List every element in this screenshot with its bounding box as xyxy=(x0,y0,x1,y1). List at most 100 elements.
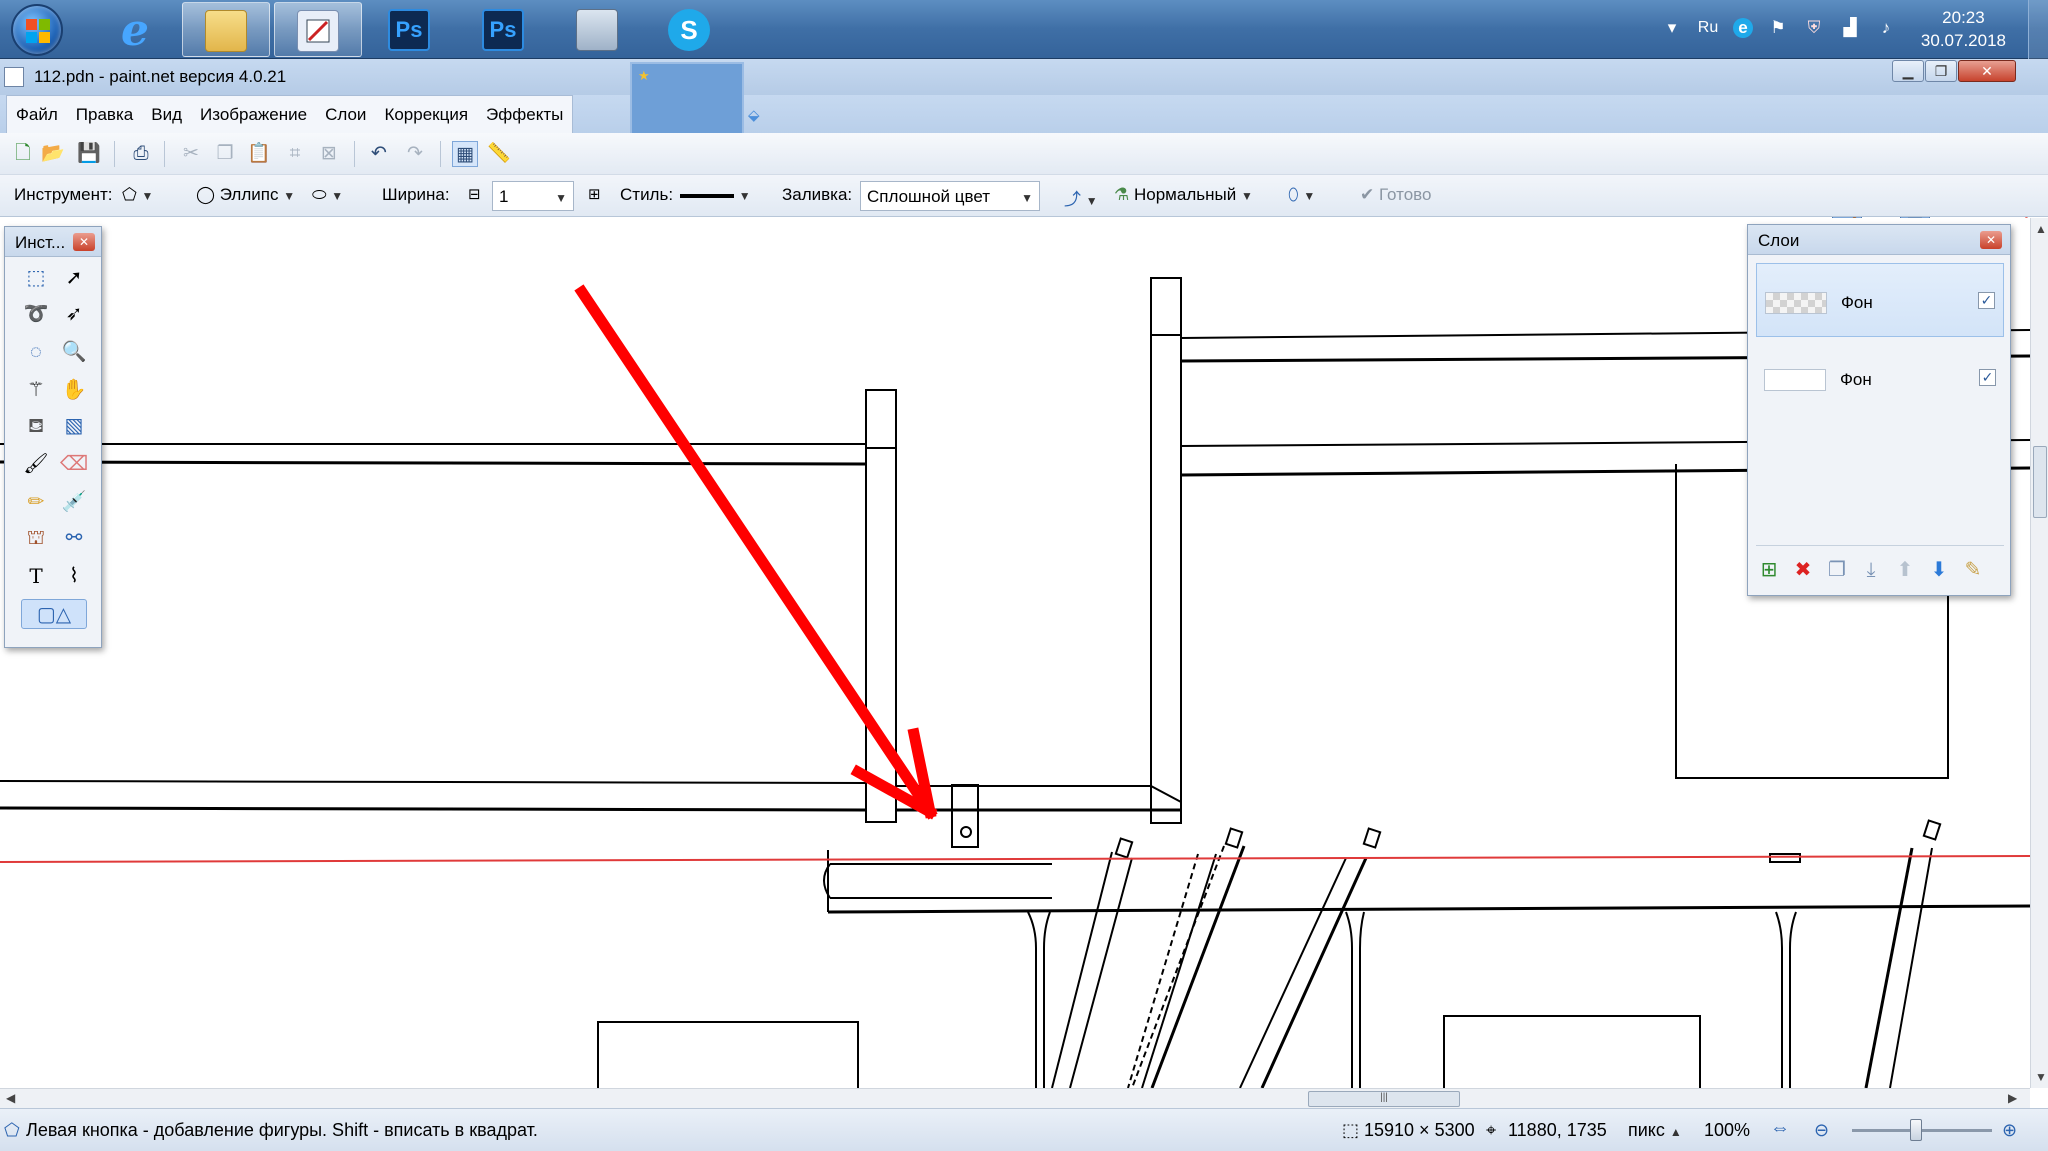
antialiasing-dropdown[interactable]: ⤴ ▼ xyxy=(1064,185,1098,210)
shape-type-dropdown[interactable]: ◯ Эллипс ▼ xyxy=(196,185,295,205)
magic-wand-tool-icon[interactable]: ⚚ xyxy=(21,375,51,405)
redo-icon[interactable]: ↷ xyxy=(402,141,428,167)
width-decrease-icon[interactable]: ⊟ xyxy=(468,185,481,203)
merge-layer-down-icon[interactable]: ⤓ xyxy=(1858,557,1884,583)
volume-icon[interactable]: ♪ xyxy=(1876,18,1896,38)
system-clock[interactable]: 20:23 30.07.2018 xyxy=(1921,6,2006,52)
menu-adjustments[interactable]: Коррекция xyxy=(375,96,477,132)
tools-panel-header[interactable]: Инст... ✕ xyxy=(5,227,101,257)
move-selection-tool-icon[interactable]: ➶ xyxy=(59,299,89,329)
move-selected-tool-icon[interactable]: ➚ xyxy=(59,263,89,293)
zoom-to-window-icon[interactable]: ⇔ xyxy=(1770,1117,1790,1140)
zoom-in-icon[interactable]: ⊕ xyxy=(2002,1120,2017,1141)
fill-dropdown[interactable]: Сплошной цвет ▼ xyxy=(860,181,1040,211)
ellipse-select-tool-icon[interactable]: ◌ xyxy=(21,337,51,367)
scroll-down-icon[interactable]: ▼ xyxy=(2035,1070,2047,1084)
horizontal-scrollbar[interactable]: ◀ ||| ▶ xyxy=(0,1088,2030,1108)
security-tray-icon[interactable]: ⛨ xyxy=(1804,18,1824,38)
line-style-dropdown[interactable]: ▼ xyxy=(680,185,751,205)
menu-effects[interactable]: Эффекты xyxy=(477,96,572,132)
scroll-left-icon[interactable]: ◀ xyxy=(6,1091,15,1105)
menu-edit[interactable]: Правка xyxy=(67,96,142,132)
zoom-slider-thumb[interactable] xyxy=(1910,1119,1922,1141)
horizontal-scroll-thumb[interactable]: ||| xyxy=(1308,1091,1460,1107)
duplicate-layer-icon[interactable]: ❐ xyxy=(1824,557,1850,583)
image-list-dropdown-icon[interactable]: ⬙ xyxy=(748,106,760,124)
zoom-out-icon[interactable]: ⊖ xyxy=(1814,1120,1829,1141)
show-desktop-button[interactable] xyxy=(2028,0,2048,59)
blend-mode-dropdown[interactable]: ⚗ Нормальный ▼ xyxy=(1114,185,1253,205)
taskbar-calculator[interactable] xyxy=(554,2,642,57)
layers-panel-close-button[interactable]: ✕ xyxy=(1980,231,2002,249)
taskbar-windows-explorer[interactable] xyxy=(182,2,270,57)
paint-bucket-tool-icon[interactable]: ⛾ xyxy=(21,411,51,441)
print-icon[interactable]: ⎙ xyxy=(128,141,154,167)
app-icon[interactable] xyxy=(4,67,24,87)
selection-mode-dropdown[interactable]: ⬯ ▼ xyxy=(1288,185,1315,205)
tray-expand-icon[interactable]: ▾ xyxy=(1662,18,1682,38)
menu-layers[interactable]: Слои xyxy=(316,96,375,132)
zoom-tool-icon[interactable]: 🔍 xyxy=(59,337,89,367)
image-canvas[interactable] xyxy=(0,218,2030,1088)
grid-toggle-icon[interactable]: ▦ xyxy=(452,141,478,167)
taskbar-skype[interactable]: S xyxy=(646,2,734,57)
color-picker-tool-icon[interactable]: 💉 xyxy=(59,487,89,517)
pan-tool-icon[interactable]: ✋ xyxy=(59,375,89,405)
shape-draw-type-dropdown[interactable]: ⬭ ▼ xyxy=(312,185,343,205)
deselect-icon[interactable]: ⊠ xyxy=(316,141,342,167)
taskbar-photoshop-1[interactable]: Ps xyxy=(366,2,454,57)
language-indicator[interactable]: Ru xyxy=(1694,18,1722,38)
browser-tray-icon[interactable]: e xyxy=(1733,18,1753,38)
paintbrush-tool-icon[interactable]: 🖌 xyxy=(21,449,51,479)
save-icon[interactable]: 💾 xyxy=(76,141,102,167)
paste-icon[interactable]: 📋 xyxy=(246,141,272,167)
taskbar-internet-explorer[interactable]: e xyxy=(92,2,180,57)
start-button[interactable] xyxy=(11,4,63,56)
line-curve-tool-icon[interactable]: ⌇ xyxy=(59,561,89,591)
action-center-flag-icon[interactable]: ⚑ xyxy=(1768,18,1788,38)
layer-visibility-checkbox[interactable]: ✓ xyxy=(1978,292,1995,309)
scroll-up-icon[interactable]: ▲ xyxy=(2035,222,2047,236)
network-icon[interactable]: ▟ xyxy=(1840,18,1860,38)
close-button[interactable]: ✕ xyxy=(1958,60,2016,82)
layer-row[interactable]: Фон ✓ xyxy=(1756,263,2004,337)
width-increase-icon[interactable]: ⊞ xyxy=(588,185,601,203)
delete-layer-icon[interactable]: ✖ xyxy=(1790,557,1816,583)
rulers-toggle-icon[interactable]: 📏 xyxy=(486,141,512,167)
undo-icon[interactable]: ↶ xyxy=(366,141,392,167)
menu-view[interactable]: Вид xyxy=(142,96,191,132)
tools-panel-close-button[interactable]: ✕ xyxy=(73,233,95,251)
width-input[interactable]: 1 ▼ xyxy=(492,181,574,211)
taskbar-photoshop-2[interactable]: Ps xyxy=(460,2,548,57)
scroll-right-icon[interactable]: ▶ xyxy=(2008,1091,2017,1105)
layer-row[interactable]: Фон ✓ xyxy=(1756,341,2004,415)
vertical-scrollbar[interactable]: ▲ ▼ xyxy=(2030,218,2048,1088)
minimize-button[interactable]: ▁ xyxy=(1892,60,1924,82)
zoom-slider-track[interactable] xyxy=(1852,1129,1992,1132)
cut-icon[interactable]: ✂ xyxy=(178,141,204,167)
clone-stamp-tool-icon[interactable]: ⛫ xyxy=(21,523,51,553)
shapes-tool-icon[interactable]: ▢△ xyxy=(21,599,87,629)
menu-file[interactable]: Файл xyxy=(7,96,67,132)
layer-visibility-checkbox[interactable]: ✓ xyxy=(1979,369,1996,386)
finish-button[interactable]: ✔ Готово xyxy=(1360,185,1431,205)
tool-picker-button[interactable]: ⬠ ▼ xyxy=(122,185,153,205)
taskbar-paint-net[interactable] xyxy=(274,2,362,57)
units-dropdown[interactable]: пикс ▲ xyxy=(1628,1120,1682,1141)
move-layer-down-icon[interactable]: ⬇ xyxy=(1926,557,1952,583)
copy-icon[interactable]: ❐ xyxy=(212,141,238,167)
recolor-tool-icon[interactable]: ⚯ xyxy=(59,523,89,553)
pencil-tool-icon[interactable]: ✏ xyxy=(21,487,51,517)
lasso-select-tool-icon[interactable]: ➰ xyxy=(21,299,51,329)
layers-panel-header[interactable]: Слои ✕ xyxy=(1748,225,2010,255)
new-image-icon[interactable]: 🗋 xyxy=(10,141,36,167)
menu-image[interactable]: Изображение xyxy=(191,96,316,132)
add-layer-icon[interactable]: ⊞ xyxy=(1756,557,1782,583)
open-icon[interactable]: 📂 xyxy=(40,141,66,167)
zoom-value[interactable]: 100% xyxy=(1704,1120,1750,1141)
eraser-tool-icon[interactable]: ⌫ xyxy=(59,449,89,479)
crop-to-selection-icon[interactable]: ⌗ xyxy=(282,141,308,167)
gradient-tool-icon[interactable]: ▧ xyxy=(59,411,89,441)
maximize-button[interactable]: ❐ xyxy=(1925,60,1957,82)
move-layer-up-icon[interactable]: ⬆ xyxy=(1892,557,1918,583)
